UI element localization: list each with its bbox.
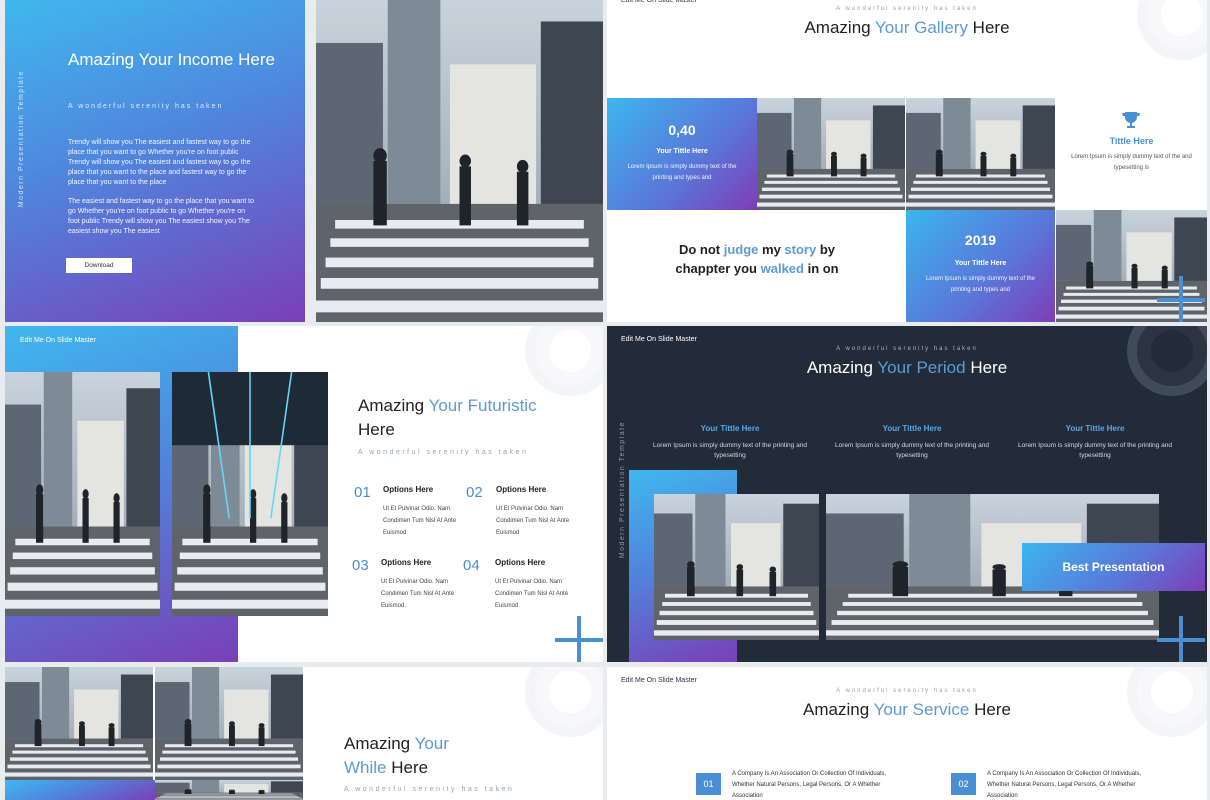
period-photo-1 xyxy=(654,494,819,640)
while-photo-1 xyxy=(5,667,153,780)
vertical-template-label: Modern Presentation Template xyxy=(619,421,626,559)
while-photo-2 xyxy=(155,667,303,780)
period-tagline: A wonderful serenity has taken xyxy=(836,346,978,352)
income-paragraph-2: The easiest and fastest way to go the pl… xyxy=(68,198,255,235)
option-3-title: Options Here xyxy=(381,558,432,567)
master-label: Edit Me On Slide Master xyxy=(20,337,96,344)
plus-icon xyxy=(555,616,603,662)
while-gradient-strip xyxy=(5,780,155,800)
option-4-title: Options Here xyxy=(495,558,546,567)
option-1-body: Ut Et Pulvinar Odio. Nam Condimen Tum Ni… xyxy=(383,506,457,536)
while-tagline: A wonderful serenity has taken xyxy=(344,786,515,793)
slide-gallery[interactable]: Edit Me On Slide Master A wonderful sere… xyxy=(607,0,1207,322)
gallery-photo-1 xyxy=(757,98,905,210)
period-column-2-body: Lorem Ipsum is simply dummy text of the … xyxy=(835,442,989,459)
option-4-body: Ut Et Pulvinar Odio. Nam Condimen Tum Ni… xyxy=(495,579,569,609)
plus-icon xyxy=(1157,276,1205,322)
tile-number: 0,40 xyxy=(668,122,696,138)
decor-rings xyxy=(525,667,603,737)
gallery-title: Amazing Your Gallery Here xyxy=(804,18,1010,37)
period-column-2-title: Your Tittle Here xyxy=(882,424,942,433)
master-label: Edit Me On Slide Master xyxy=(621,677,697,684)
gallery-tile-040: 0,40 Your Tittle Here Lorem Ipsum is sim… xyxy=(607,98,757,210)
period-column-1-body: Lorem Ipsum is simply dummy text of the … xyxy=(653,442,807,459)
option-1-number: 01 xyxy=(354,484,371,501)
plus-icon xyxy=(1157,616,1205,662)
vertical-template-label: Modern Presentation Template xyxy=(18,70,25,208)
tile-number: 2019 xyxy=(964,232,997,248)
service-2-body: A Company Is An Association Or Collectio… xyxy=(987,771,1142,799)
crosswalk-photo xyxy=(316,0,603,322)
decor-rings xyxy=(1137,0,1207,60)
slide-photo-crosswalk[interactable] xyxy=(316,0,603,322)
futuristic-photo-1 xyxy=(5,372,160,616)
period-column-3-body: Lorem Ipsum is simply dummy text of the … xyxy=(1018,442,1172,459)
futuristic-tagline: A wonderful serenity has taken xyxy=(358,449,529,456)
option-1-title: Options Here xyxy=(383,485,434,494)
period-column-1-title: Your Tittle Here xyxy=(700,424,760,433)
tile-subtitle: Your Tittle Here xyxy=(954,260,1007,267)
tile-body: Lorem Ipsum is simply dummy text of the … xyxy=(925,276,1035,293)
option-2-number: 02 xyxy=(466,484,483,501)
option-3-body: Ut Et Pulvinar Odio. Nam Condimen Tum Ni… xyxy=(381,579,455,609)
story-quote: Do not judge my story by chappter you wa… xyxy=(675,242,839,276)
tile-body: Lorem Ipsum is simply dummy text of the … xyxy=(1071,154,1192,171)
slide-while[interactable] xyxy=(5,667,603,800)
best-presentation-badge: Best Presentation xyxy=(1022,543,1205,591)
service-title: Amazing Your Service Here xyxy=(803,700,1011,719)
tile-subtitle: Your Tittle Here xyxy=(656,148,708,155)
while-photo-3 xyxy=(155,780,303,800)
futuristic-title: Amazing Your Futuristic Here xyxy=(358,396,537,439)
income-paragraph-1: Trendy will show you The easiest and fas… xyxy=(68,139,251,186)
gallery-tile-2019: 2019 Your Tittle Here Lorem Ipsum is sim… xyxy=(906,210,1055,322)
trophy-icon xyxy=(1121,110,1141,130)
service-2-number: 02 xyxy=(951,773,976,795)
gallery-tagline: A wonderful serenity has taken xyxy=(836,6,978,12)
option-2-title: Options Here xyxy=(496,485,547,494)
tile-subtitle: Tittle Here xyxy=(1109,136,1154,146)
option-4-number: 04 xyxy=(463,557,480,574)
decor-rings xyxy=(525,326,603,396)
income-title: Amazing Your Income Here xyxy=(68,50,275,69)
download-button[interactable]: Download xyxy=(66,258,132,273)
master-label: Edit Me On Slide Master xyxy=(621,0,697,4)
service-tagline: A wonderful serenity has taken xyxy=(836,688,978,694)
while-title: Amazing Your While Here xyxy=(344,734,449,777)
service-1-number: 01 xyxy=(696,773,721,795)
tile-body: Lorem Ipsum is simply dummy text of the … xyxy=(627,164,737,181)
master-label: Edit Me On Slide Master xyxy=(621,336,697,343)
service-1-body: A Company Is An Association Or Collectio… xyxy=(732,771,887,799)
gallery-tile-trophy: Tittle Here Lorem Ipsum is simply dummy … xyxy=(1056,98,1207,210)
gallery-photo-2 xyxy=(906,98,1055,210)
period-column-3-title: Your Tittle Here xyxy=(1065,424,1125,433)
income-tagline: A wonderful serenity has taken xyxy=(68,103,224,110)
option-3-number: 03 xyxy=(352,557,369,574)
period-title: Amazing Your Period Here xyxy=(806,358,1008,377)
futuristic-photo-2 xyxy=(172,372,328,616)
option-2-body: Ut Et Pulvinar Odio. Nam Condimen Tum Ni… xyxy=(496,506,570,536)
